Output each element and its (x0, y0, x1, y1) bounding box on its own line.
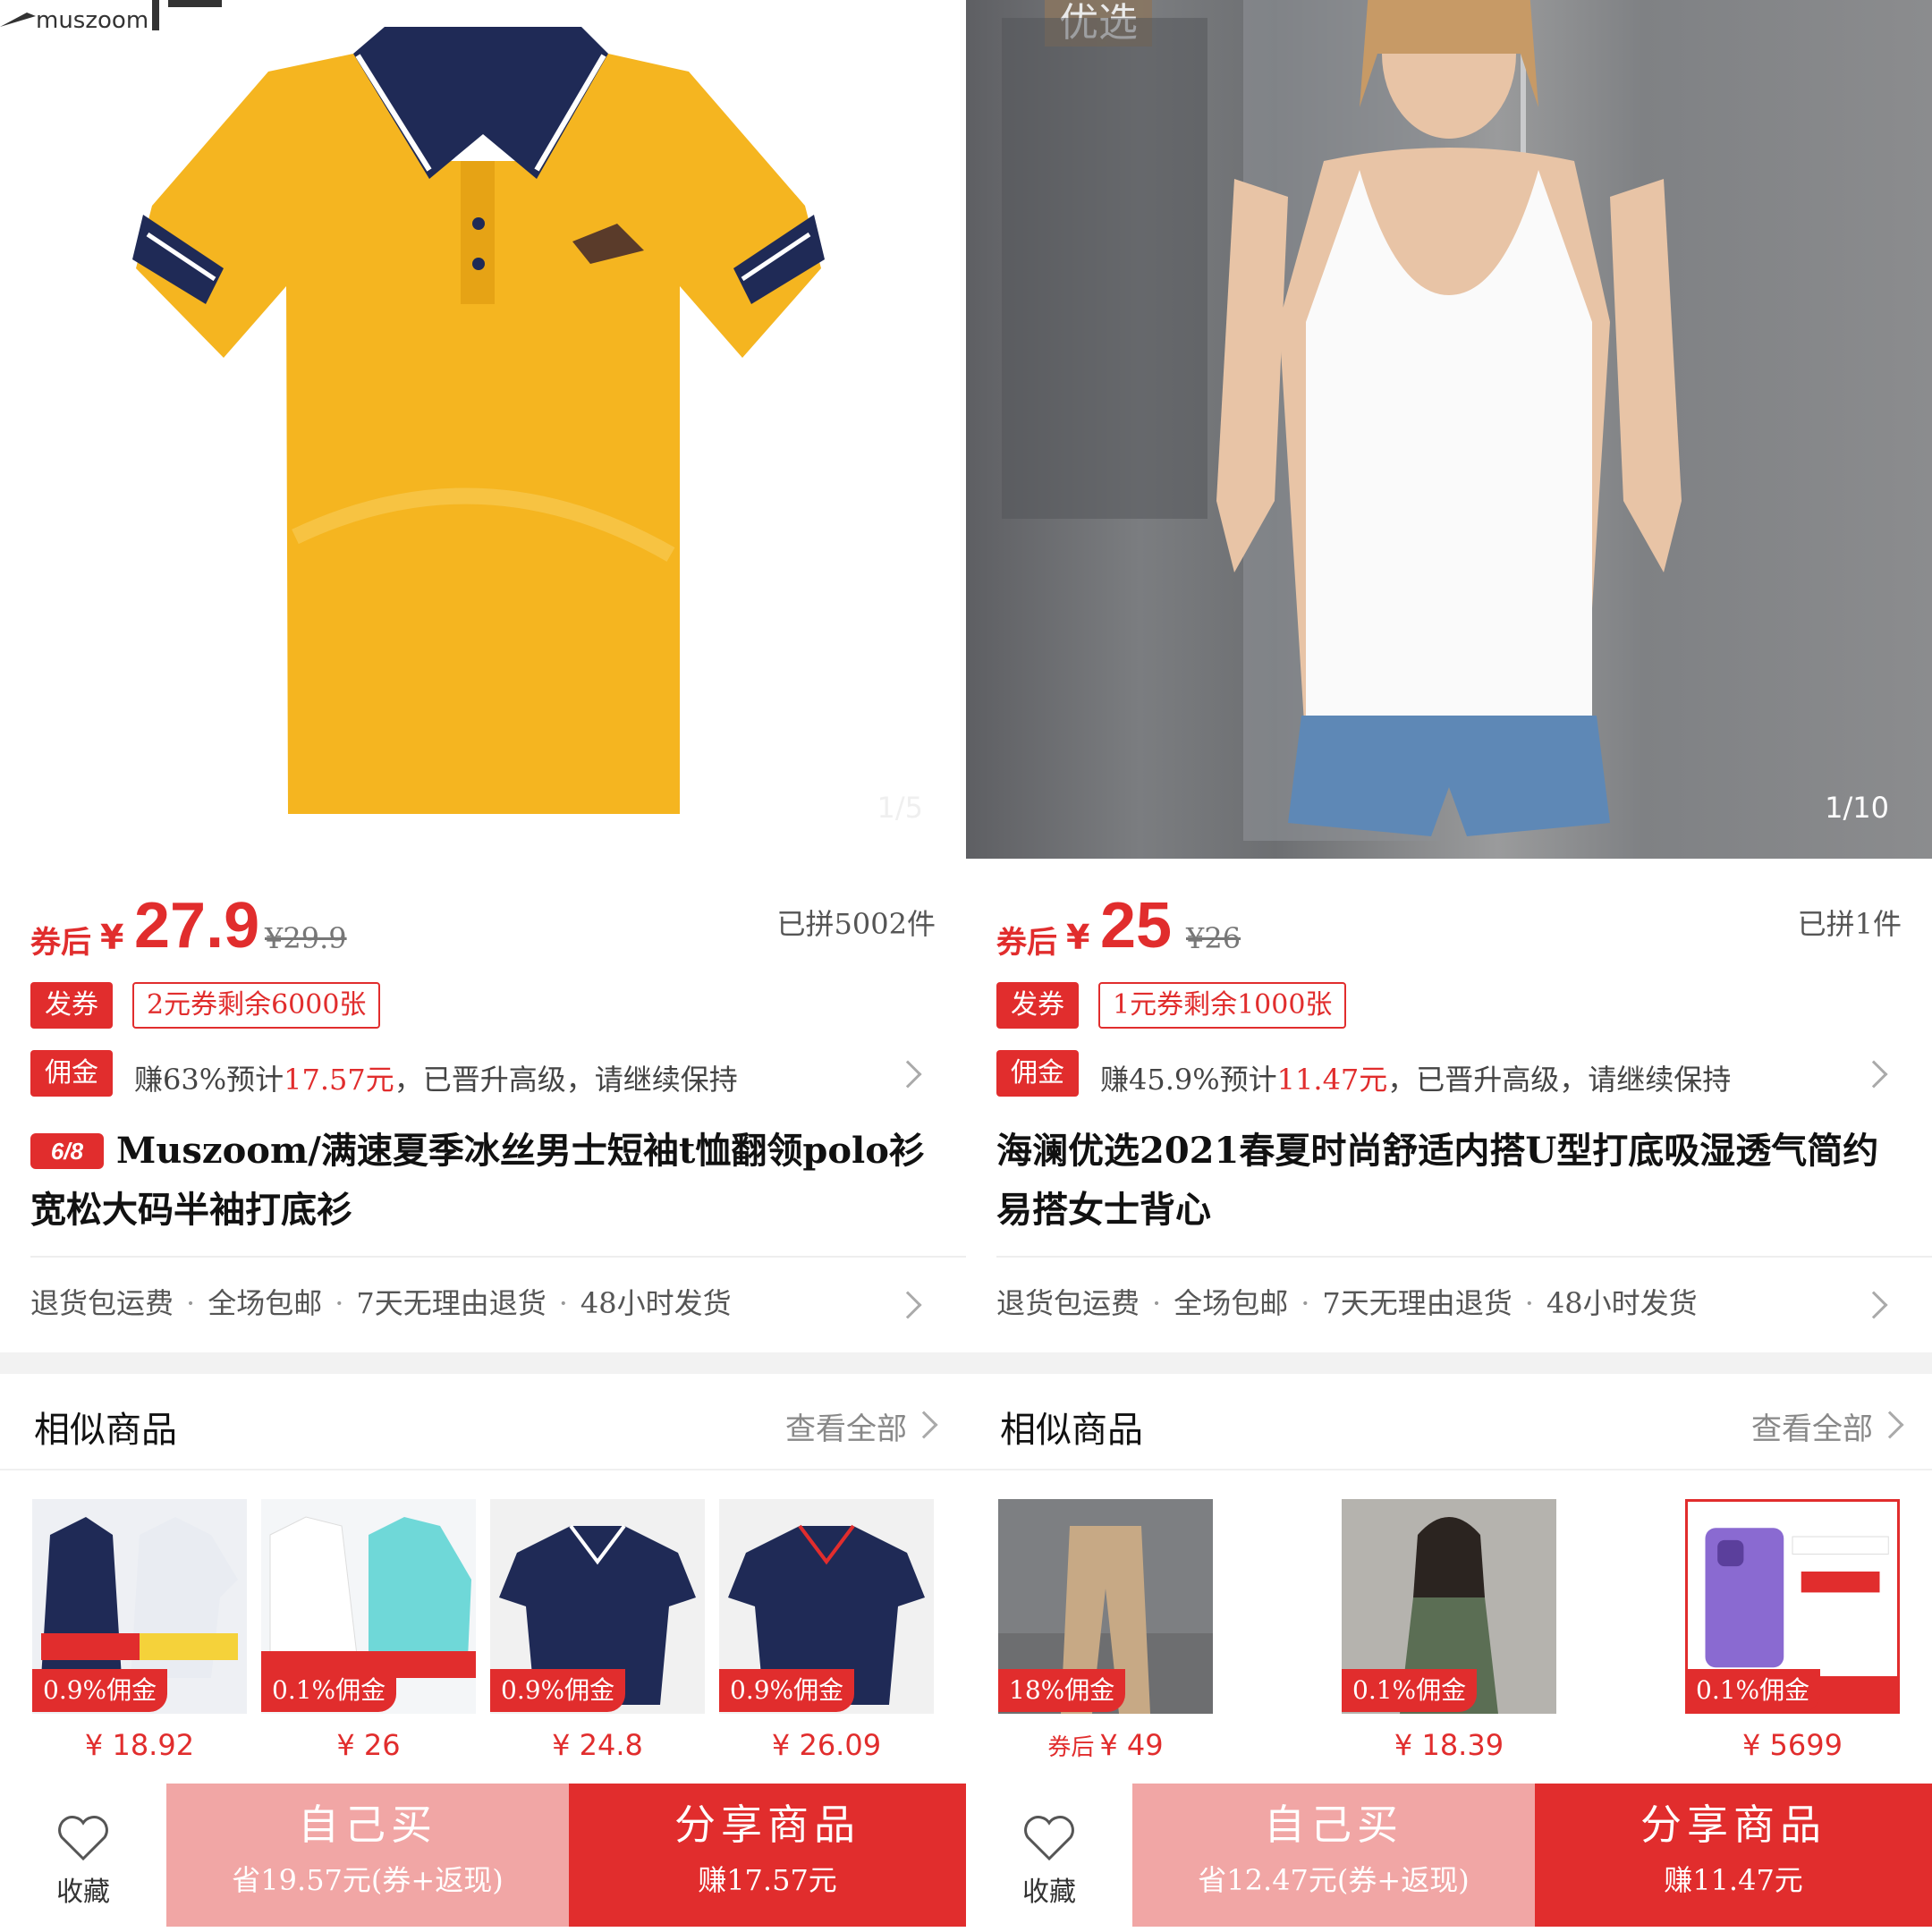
commission-chip: 18%佣金 (998, 1669, 1126, 1712)
similar-product-price: ¥ 18.39 (1394, 1728, 1504, 1762)
woman-tank-top-image (1002, 0, 1682, 841)
similar-product-card[interactable]: 0.1%佣金 ¥ 26 (261, 1499, 476, 1767)
commission-chip: 0.1%佣金 (261, 1669, 397, 1712)
service-item: 全场包邮 (208, 1286, 323, 1320)
commission-text: 赚63%预计17.57元，已晋升高级，请继续保持 (134, 1063, 738, 1097)
commission-row[interactable]: 佣金 赚45.9%预计11.47元，已晋升高级，请继续保持 (996, 1050, 1902, 1097)
service-item: 48小时发货 (1546, 1286, 1698, 1320)
service-item: 7天无理由退货 (356, 1286, 547, 1320)
yellow-polo-shirt-image (132, 27, 825, 814)
share-product-button[interactable]: 分享商品 赚11.47元 (1535, 1784, 1932, 1927)
similar-product-price: ¥ 26 (336, 1728, 401, 1762)
chevron-right-icon (894, 1060, 922, 1089)
image-counter: 1/10 (1825, 791, 1889, 825)
chevron-right-icon (894, 1291, 922, 1319)
similar-product-card[interactable]: 18%佣金 券后 ¥ 49 (998, 1499, 1213, 1767)
action-bar: 收藏 自己买 省19.57元(券+返现) 分享商品 赚17.57元 (0, 1784, 966, 1927)
sold-count: 已拼5002件 (776, 907, 936, 941)
original-price: ¥29.9 (265, 921, 347, 955)
product-image-carousel[interactable]: muszoom 1/5 (0, 0, 966, 859)
share-product-button[interactable]: 分享商品 赚17.57元 (569, 1784, 966, 1927)
service-item: 退货包运费 (996, 1286, 1140, 1320)
chevron-right-icon (910, 1411, 938, 1439)
similar-product-card[interactable]: 0.1%佣金 ¥ 5699 (1685, 1499, 1900, 1767)
buy-myself-button[interactable]: 自己买 省19.57元(券+返现) (166, 1784, 569, 1927)
commission-amount: 11.47元 (1276, 1063, 1388, 1097)
product-image-carousel[interactable]: 优选 1/10 (966, 0, 1932, 859)
after-coupon-label: 券后 (996, 925, 1057, 961)
commission-chip: 0.9%佣金 (719, 1669, 855, 1712)
favorite-label: 收藏 (56, 1877, 110, 1908)
similar-product-price: ¥ 24.8 (552, 1728, 643, 1762)
similar-product-card[interactable]: 0.1%佣金 ¥ 18.39 (1342, 1499, 1556, 1767)
after-coupon-label: 券后 (30, 925, 91, 961)
product-title: 海澜优选2021春夏时尚舒适内搭U型打底吸湿透气简约易搭女士背心 (996, 1130, 1879, 1231)
image-counter: 1/5 (877, 791, 924, 825)
coupon-remaining[interactable]: 1元券剩余1000张 (1098, 982, 1347, 1029)
similar-product-price: ¥ 18.92 (84, 1728, 195, 1762)
favorite-button[interactable]: 收藏 (0, 1784, 166, 1927)
similar-product-price: ¥ 26.09 (771, 1728, 882, 1762)
view-all-link[interactable]: 查看全部 (785, 1404, 907, 1448)
price-row: 券后 ¥ 27.9 ¥29.9 已拼5002件 (30, 890, 936, 964)
similar-product-card[interactable]: 0.9%佣金 ¥ 18.92 (32, 1499, 247, 1767)
service-guarantees[interactable]: 退货包运费 · 全场包邮 · 7天无理由退货 · 48小时发货 (30, 1281, 936, 1327)
service-item: 退货包运费 (30, 1286, 174, 1320)
favorite-button[interactable]: 收藏 (966, 1784, 1132, 1927)
commission-chip: 0.9%佣金 (490, 1669, 626, 1712)
currency-symbol: ¥ (1066, 918, 1090, 957)
similar-product-price: ¥ 5699 (1742, 1728, 1843, 1762)
commission-row[interactable]: 佣金 赚63%预计17.57元，已晋升高级，请继续保持 (30, 1050, 936, 1097)
similar-product-card[interactable]: 0.9%佣金 ¥ 24.8 (490, 1499, 705, 1767)
original-price: ¥26 (1186, 921, 1241, 955)
sold-count: 已拼1件 (1797, 907, 1902, 941)
service-item: 全场包邮 (1174, 1286, 1289, 1320)
view-all-link[interactable]: 查看全部 (1751, 1404, 1873, 1448)
buy-myself-button[interactable]: 自己买 省12.47元(券+返现) (1132, 1784, 1535, 1927)
commission-amount: 17.57元 (284, 1063, 394, 1097)
similar-products-header: 相似商品 查看全部 (966, 1374, 1932, 1470)
similar-product-price: 券后 ¥ 49 (1047, 1728, 1164, 1762)
service-item: 7天无理由退货 (1322, 1286, 1513, 1320)
product-panel-left: muszoom 1/5 券后 ¥ 27.9 ¥29.9 已拼5002件 发券 2… (0, 0, 966, 1932)
similar-products-title: 相似商品 (1000, 1410, 1143, 1451)
coupon-remaining[interactable]: 2元券剩余6000张 (132, 982, 381, 1029)
commission-tag: 佣金 (30, 1050, 113, 1097)
section-gap (0, 1352, 966, 1374)
section-gap (966, 1352, 1932, 1374)
chevron-right-icon (1860, 1060, 1888, 1089)
heart-icon (58, 1816, 108, 1861)
action-bar: 收藏 自己买 省12.47元(券+返现) 分享商品 赚11.47元 (966, 1784, 1932, 1927)
similar-products-header: 相似商品 查看全部 (0, 1374, 966, 1470)
currency-symbol: ¥ (100, 918, 124, 957)
chevron-right-icon (1876, 1411, 1904, 1439)
current-price: 25 (1100, 890, 1173, 962)
product-title: 6/8 Muszoom/满速夏季冰丝男士短袖t恤翻领polo衫宽松大码半袖打底衫 (30, 1130, 925, 1231)
current-price: 27.9 (134, 890, 260, 962)
service-guarantees[interactable]: 退货包运费 · 全场包邮 · 7天无理由退货 · 48小时发货 (996, 1281, 1902, 1327)
divider (996, 1256, 1932, 1258)
favorite-label: 收藏 (1022, 1877, 1076, 1908)
similar-products-title: 相似商品 (34, 1410, 177, 1451)
coupon-tag: 发券 (30, 982, 113, 1029)
coupon-tag: 发券 (996, 982, 1079, 1029)
divider (30, 1256, 966, 1258)
commission-text: 赚45.9%预计11.47元，已晋升高级，请继续保持 (1100, 1063, 1732, 1097)
service-item: 48小时发货 (580, 1286, 732, 1320)
heart-icon (1024, 1816, 1074, 1861)
chevron-right-icon (1860, 1291, 1888, 1319)
commission-tag: 佣金 (996, 1050, 1079, 1097)
commission-chip: 0.1%佣金 (1342, 1669, 1478, 1712)
price-row: 券后 ¥ 25 ¥26 已拼1件 (996, 890, 1902, 964)
commission-chip: 0.9%佣金 (32, 1669, 168, 1712)
similar-product-card[interactable]: 0.9%佣金 ¥ 26.09 (719, 1499, 934, 1767)
commission-chip: 0.1%佣金 (1685, 1669, 1821, 1712)
promo-618-badge: 6/8 (30, 1133, 104, 1169)
product-panel-right: 优选 1/10 券后 ¥ 25 ¥26 已拼1件 发券 1元券剩余1000张 佣… (966, 0, 1932, 1932)
